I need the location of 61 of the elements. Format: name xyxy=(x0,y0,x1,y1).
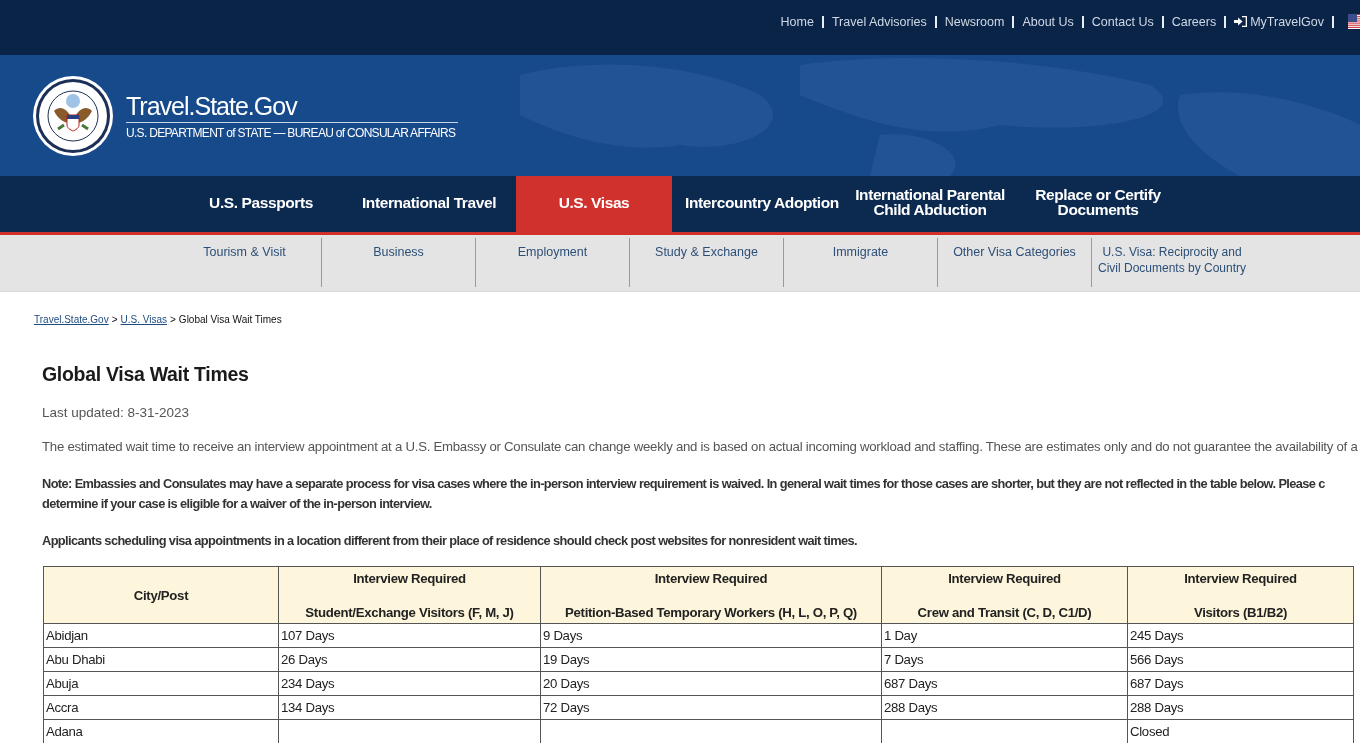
table-cell: 107 Days xyxy=(278,623,541,648)
site-subtitle: U.S. DEPARTMENT of STATE — BUREAU of CONSULAR AFFAIRS xyxy=(126,126,456,140)
column-header: City/Post xyxy=(43,566,279,624)
nav-link[interactable]: Newsroom xyxy=(944,14,1005,29)
nav-tab[interactable]: Intercountry Adoption xyxy=(672,176,852,232)
table-cell: 20 Days xyxy=(540,671,882,696)
column-header: Interview Required Visitors (B1/B2) xyxy=(1127,566,1354,624)
table-cell: 1 Day xyxy=(881,623,1128,648)
table-cell: Abuja xyxy=(43,671,279,696)
breadcrumb-current: Global Visa Wait Times xyxy=(178,314,282,325)
site-title: Travel.State.Gov xyxy=(126,91,297,121)
table-cell: Adana xyxy=(43,719,279,743)
paragraph: Note: Embassies and Consulates may have a separate process for visa cases where the in-person interview requirement is waived. In general wait times for those cases are shorter, but they are not reflected in the table below. Please c determine if your case is eligible for a waiver of the in-person interview. xyxy=(42,475,1326,513)
table-cell: 19 Days xyxy=(540,647,882,672)
nav-link[interactable]: Contact Us xyxy=(1091,14,1154,29)
table-cell: 288 Days xyxy=(881,695,1128,720)
table-cell: 9 Days xyxy=(540,623,882,648)
subnav-link[interactable]: Study & Exchange xyxy=(630,238,784,287)
table-cell: Abu Dhabi xyxy=(43,647,279,672)
table-cell: 26 Days xyxy=(278,647,541,672)
subnav-link[interactable]: Tourism & Visit xyxy=(168,238,322,287)
breadcrumb-link[interactable]: Travel.State.Gov xyxy=(34,314,109,325)
table-cell: 7 Days xyxy=(881,647,1128,672)
breadcrumb-separator: > xyxy=(170,314,176,325)
subnav-link[interactable]: Employment xyxy=(476,238,630,287)
column-header: Interview Required Petition-Based Temporary Workers (H, L, O, P, Q) xyxy=(540,566,882,624)
nav-tab[interactable]: U.S. Visas xyxy=(516,176,672,232)
table-cell: 566 Days xyxy=(1127,647,1354,672)
nav-tab[interactable]: Replace or Certify Documents xyxy=(1008,176,1188,232)
subnav-link[interactable]: Other Visa Categories xyxy=(938,238,1092,287)
nav-link[interactable]: About Us xyxy=(1022,14,1074,29)
column-header: Interview Required Crew and Transit (C, D, C1/D) xyxy=(881,566,1128,624)
subnav-link[interactable]: Immigrate xyxy=(784,238,938,287)
last-updated: Last updated: 8-31-2023 xyxy=(42,405,191,420)
nav-link[interactable]: Careers xyxy=(1171,14,1217,29)
nav-link[interactable]: MyTravelGov xyxy=(1234,14,1324,29)
nav-tab[interactable]: U.S. Passports xyxy=(180,176,342,232)
subnav-link[interactable]: U.S. Visa: Reciprocity and Civil Documents by Country xyxy=(1092,238,1252,287)
subnav-link[interactable]: Business xyxy=(322,238,476,287)
nav-tab[interactable]: International Parental Child Abduction xyxy=(852,176,1008,232)
table-cell: Abidjan xyxy=(43,623,279,648)
table-cell: 288 Days xyxy=(1127,695,1354,720)
nav-link[interactable]: Home xyxy=(780,14,814,29)
nav-link[interactable]: Travel Advisories xyxy=(831,14,927,29)
breadcrumb-link[interactable]: U.S. Visas xyxy=(120,314,167,325)
paragraph: The estimated wait time to receive an interview appointment at a U.S. Embassy or Consulate can change weekly and is based on actual incoming workload and staffing. These are estimates only and do not guarantee the availability of a xyxy=(42,438,1359,456)
breadcrumb-separator: > xyxy=(111,314,118,325)
table-cell: 687 Days xyxy=(881,671,1128,696)
table-cell: Closed xyxy=(1127,719,1354,743)
seal-icon xyxy=(32,74,114,157)
page-title: Global Visa Wait Times xyxy=(42,363,250,386)
table-cell: 72 Days xyxy=(540,695,882,720)
table-cell: 687 Days xyxy=(1127,671,1354,696)
table-cell: 234 Days xyxy=(278,671,541,696)
column-header: Interview Required Student/Exchange Visitors (F, M, J) xyxy=(278,566,541,624)
table-cell: 245 Days xyxy=(1127,623,1354,648)
nav-tab[interactable]: International Travel xyxy=(342,176,516,232)
paragraph: Applicants scheduling visa appointments in a location different from their place of residence should check post websites for nonresident wait times. xyxy=(42,532,858,550)
login-icon xyxy=(1234,16,1248,27)
table-cell: 134 Days xyxy=(278,695,541,720)
table-cell: Accra xyxy=(43,695,279,720)
